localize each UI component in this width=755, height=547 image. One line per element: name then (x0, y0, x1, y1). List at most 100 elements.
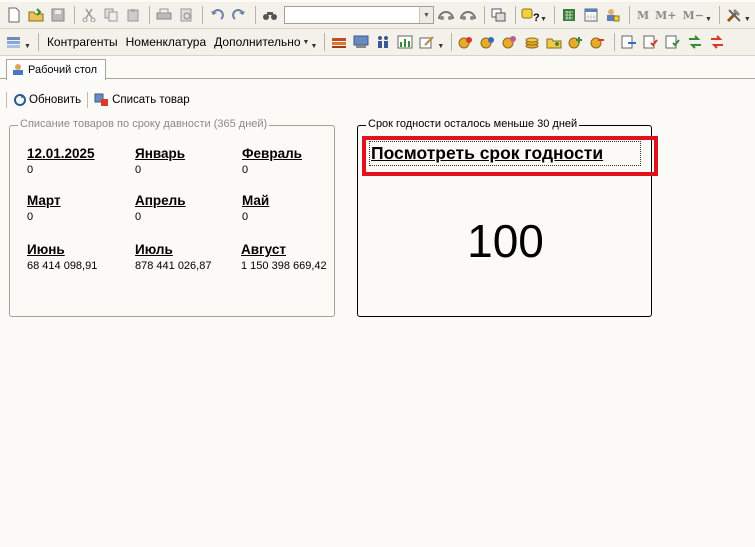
paste-icon[interactable] (123, 5, 143, 25)
copy-icon[interactable] (101, 5, 121, 25)
stack-icon[interactable] (4, 32, 24, 52)
memory-plus-button[interactable]: M+ (655, 9, 676, 22)
writeoff-link[interactable]: Май (242, 193, 269, 208)
tab-desktop[interactable]: Рабочий стол (6, 59, 106, 80)
undo-icon[interactable] (207, 5, 227, 25)
calculator-icon[interactable] (559, 5, 579, 25)
writeoff-value: 1 150 398 669,42 (241, 260, 327, 272)
money-folder-icon[interactable] (544, 32, 564, 52)
writeoff-link[interactable]: Январь (135, 146, 185, 161)
action-separator (87, 92, 89, 108)
print-preview-icon[interactable] (176, 5, 196, 25)
refresh-label: Обновить (29, 94, 82, 106)
arrows-red-icon[interactable] (707, 32, 727, 52)
print-icon[interactable] (154, 5, 174, 25)
writeoff-cell: Январь 0 (135, 146, 185, 176)
coins-user-icon[interactable] (500, 32, 520, 52)
write-off-icon (94, 93, 109, 106)
writeoff-cell: Июль 878 441 026,87 (135, 242, 211, 272)
writeoff-panel: Списание товаров по сроку давности (365 … (9, 118, 335, 317)
chevron-down-icon[interactable]: ▼ (540, 16, 547, 23)
writeoff-value: 0 (242, 211, 249, 223)
expiry-panel-title: Срок годности осталось меньше 30 дней (366, 118, 580, 130)
writeoff-value: 0 (27, 164, 34, 176)
menu-nomenklatura[interactable]: Номенклатура (122, 35, 211, 49)
writeoff-panel-title: Списание товаров по сроку давности (365 … (18, 118, 270, 130)
report-chart-icon[interactable] (395, 32, 415, 52)
search-combo[interactable]: ▼ (284, 6, 434, 24)
register-icon[interactable] (351, 32, 371, 52)
doc-arrow-icon[interactable] (619, 32, 639, 52)
writeoff-cell: Апрель 0 (135, 193, 186, 223)
write-off-label: Списать товар (112, 94, 190, 106)
menu-kontragenty[interactable]: Контрагенты (43, 35, 122, 49)
redo-icon[interactable] (229, 5, 249, 25)
doc-checklist-icon[interactable] (663, 32, 683, 52)
toolbar-separator (484, 6, 485, 24)
new-document-icon[interactable] (4, 5, 24, 25)
writeoff-cell: Февраль 0 (242, 146, 302, 176)
windows-icon[interactable] (489, 5, 509, 25)
coins-minus-icon[interactable] (588, 32, 608, 52)
writeoff-link[interactable]: Июль (135, 242, 211, 257)
writeoff-cell: Июнь 68 414 098,91 (27, 242, 97, 272)
open-folder-icon[interactable] (26, 5, 46, 25)
chevron-down-icon[interactable]: ▼ (24, 43, 31, 50)
arrows-green-icon[interactable] (685, 32, 705, 52)
writeoff-value: 0 (135, 211, 142, 223)
tab-bar: Рабочий стол (0, 57, 755, 80)
toolbar-separator (255, 6, 256, 24)
toolbar-separator (74, 6, 75, 24)
toolbar-separator (149, 6, 150, 24)
chevron-down-icon[interactable]: ▼ (310, 43, 317, 50)
calendar-icon[interactable] (581, 5, 601, 25)
toolbar-separator (324, 33, 326, 51)
writeoff-link[interactable]: Апрель (135, 193, 186, 208)
chevron-down-icon[interactable]: ▼ (303, 39, 310, 46)
toolbar-separator (37, 33, 39, 51)
chevron-down-icon[interactable]: ▼ (419, 7, 433, 23)
toolbar-separator (628, 6, 630, 24)
help-icon[interactable]: ? (520, 5, 540, 25)
binoculars-icon[interactable] (260, 5, 280, 25)
write-off-button[interactable]: Списать товар (94, 93, 190, 107)
writeoff-link[interactable]: Февраль (242, 146, 302, 161)
writeoff-link[interactable]: Март (27, 193, 61, 208)
action-bar: Обновить Списать товар (6, 90, 196, 110)
action-separator (6, 92, 7, 108)
writeoff-link[interactable]: Июнь (27, 242, 97, 257)
coins-blue-icon[interactable] (478, 32, 498, 52)
menu-dopolnitelno[interactable]: Дополнительно (210, 35, 304, 49)
writeoff-value: 0 (135, 164, 142, 176)
user-lock-icon[interactable] (603, 5, 623, 25)
highlight-box (362, 136, 658, 176)
save-icon[interactable] (48, 5, 68, 25)
tools-icon[interactable] (724, 5, 744, 25)
coins-icon[interactable] (522, 32, 542, 52)
refresh-button[interactable]: Обновить (13, 93, 81, 107)
secondary-toolbar: ▼ Контрагенты Номенклатура Дополнительно… (0, 29, 755, 56)
memory-button[interactable]: M (637, 9, 649, 22)
coins-red-icon[interactable] (456, 32, 476, 52)
toolbar-separator (553, 6, 555, 24)
chevron-down-icon[interactable]: ▼ (705, 16, 712, 23)
find-next-icon[interactable] (458, 5, 478, 25)
toolbar-separator (614, 33, 616, 51)
doc-check-icon[interactable] (641, 32, 661, 52)
chevron-down-icon[interactable]: ▼ (744, 16, 751, 23)
toolbar-separator (718, 6, 720, 24)
users-icon[interactable] (373, 32, 393, 52)
coins-plus-icon[interactable] (566, 32, 586, 52)
find-previous-icon[interactable] (436, 5, 456, 25)
writeoff-link[interactable]: 12.01.2025 (27, 146, 95, 161)
memory-minus-button[interactable]: M− (683, 9, 704, 22)
refresh-icon (14, 94, 26, 106)
cut-icon[interactable] (79, 5, 99, 25)
books-icon[interactable] (329, 32, 349, 52)
toolbar-separator (202, 6, 203, 24)
writeoff-value: 0 (242, 164, 249, 176)
edit-icon[interactable] (417, 32, 437, 52)
writeoff-link[interactable]: Август (241, 242, 327, 257)
chevron-down-icon[interactable]: ▼ (437, 43, 444, 50)
toolbar-separator (451, 33, 453, 51)
